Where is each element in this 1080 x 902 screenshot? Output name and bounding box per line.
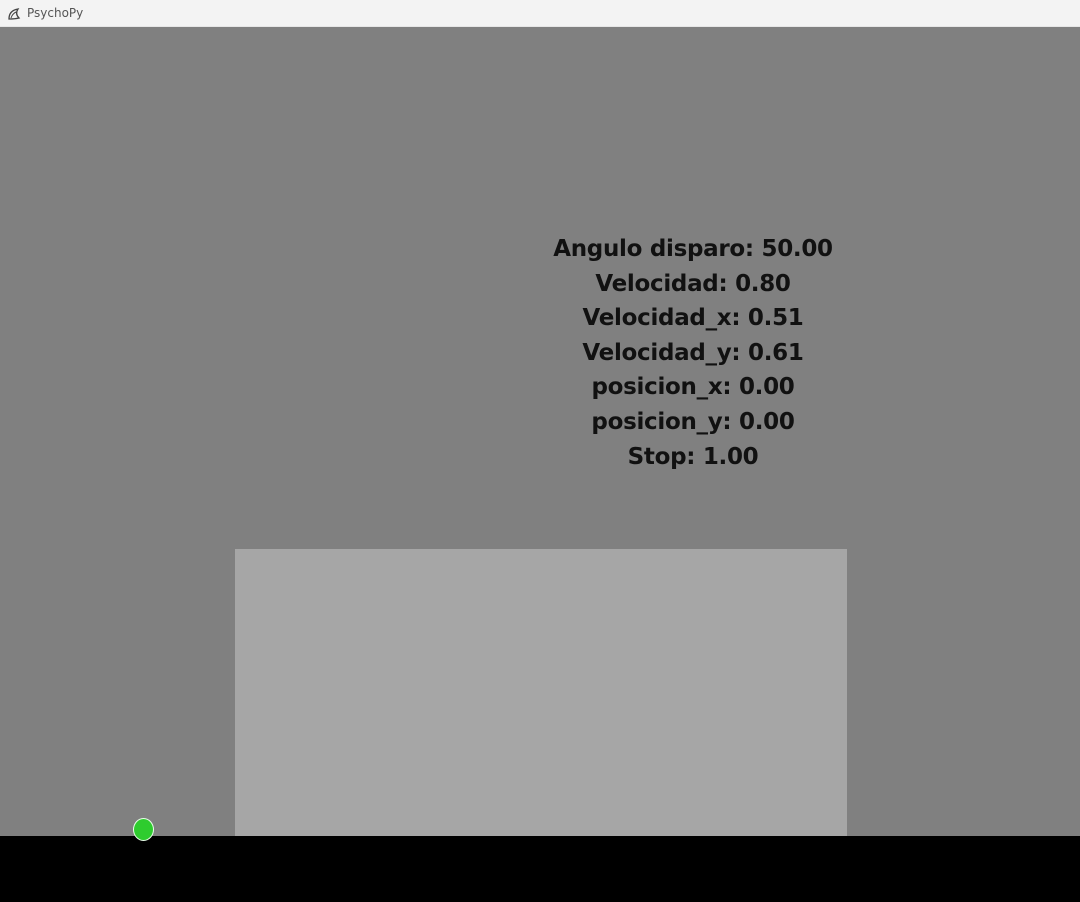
- psychopy-logo-icon: [7, 6, 21, 20]
- ground-bar: [0, 836, 1080, 902]
- obstacle-rectangle: [235, 549, 847, 837]
- stop-readout: Stop: 1.00: [627, 443, 759, 470]
- position-x-readout: posicion_x: 0.00: [591, 374, 795, 401]
- velocity-readout: Velocidad: 0.80: [595, 270, 791, 297]
- position-y-readout: posicion_y: 0.00: [591, 408, 795, 435]
- projectile-ball: [133, 818, 154, 841]
- angle-readout: Angulo disparo: 50.00: [553, 236, 833, 262]
- title-bar: PsychoPy: [0, 0, 1080, 27]
- psychopy-window: PsychoPy Angulo disparo: 50.00 Velocidad…: [0, 0, 1080, 902]
- velocity-x-readout: Velocidad_x: 0.51: [582, 305, 804, 332]
- velocity-y-readout: Velocidad_y: 0.61: [582, 339, 804, 366]
- window-title: PsychoPy: [27, 6, 84, 20]
- stats-readout: Angulo disparo: 50.00 Velocidad: 0.80 Ve…: [553, 232, 833, 474]
